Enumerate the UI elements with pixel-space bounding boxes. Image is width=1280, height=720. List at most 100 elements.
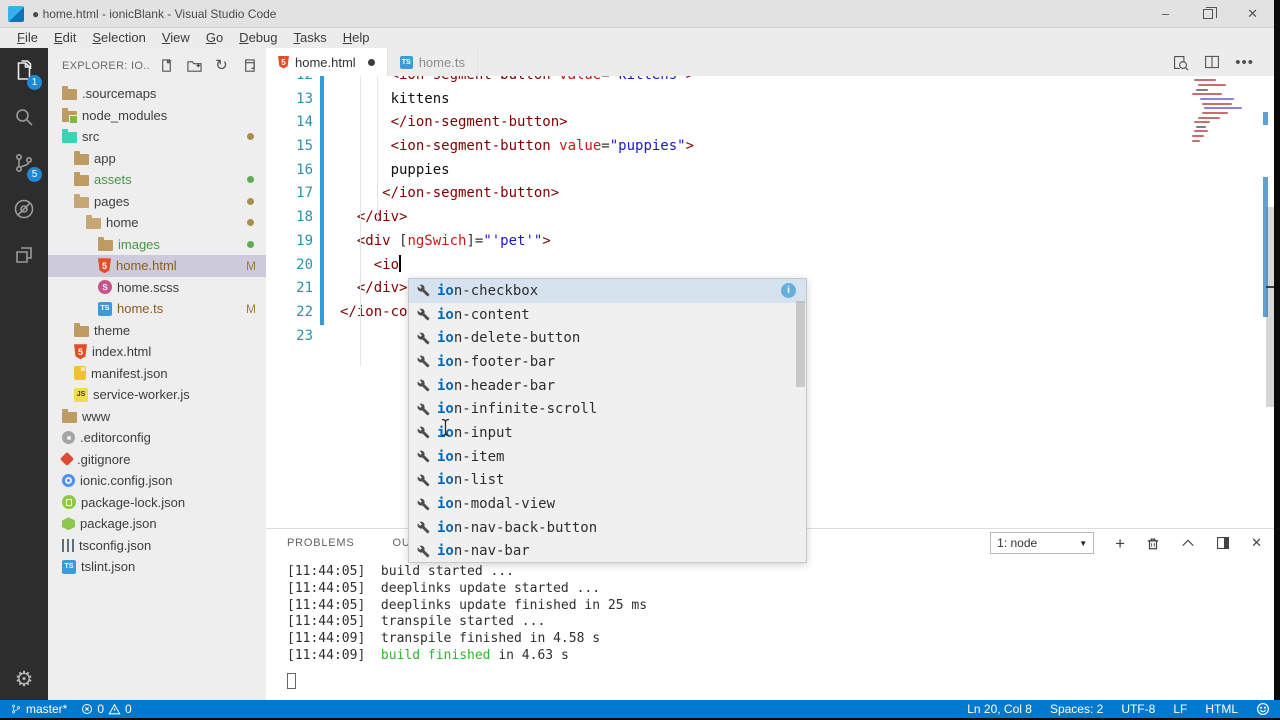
suggestion-ion-item[interactable]: ion-item (409, 445, 806, 469)
code-line-13[interactable]: 13 kittens (266, 87, 1280, 112)
dirty-dot-icon[interactable] (367, 58, 375, 66)
refresh-explorer-icon[interactable]: ↻ (215, 58, 228, 73)
explorer-title: EXPLORER: IO.. (62, 59, 150, 72)
problems-item[interactable]: 0 0 (81, 702, 132, 716)
tree-item-app[interactable]: app (48, 148, 266, 170)
minimap[interactable] (1190, 76, 1262, 528)
suggestion-ion-modal-view[interactable]: ion-modal-view (409, 492, 806, 516)
new-file-icon[interactable] (159, 58, 174, 73)
menu-tasks[interactable]: Tasks (285, 28, 334, 48)
explorer-view-icon[interactable]: 1 (0, 48, 48, 94)
kill-terminal-icon[interactable] (1146, 536, 1160, 551)
settings-gear-icon[interactable]: ⚙ (15, 669, 34, 690)
tree-item-manifest-json[interactable]: manifest.json (48, 363, 266, 385)
tree-item-home[interactable]: home (48, 212, 266, 234)
tree-item-package-json[interactable]: package.json (48, 513, 266, 535)
code-line-12[interactable]: 12 <ion-segment-button value="kittens"> (266, 76, 1280, 88)
tree-item-theme[interactable]: theme (48, 320, 266, 342)
suggestion-ion-delete-button[interactable]: ion-delete-button (409, 326, 806, 350)
source-control-view-icon[interactable]: 5 (0, 140, 48, 186)
feedback-smiley-icon[interactable] (1256, 702, 1270, 716)
split-editor-icon[interactable] (1204, 54, 1220, 70)
tree-item-assets[interactable]: assets (48, 169, 266, 191)
close-panel-icon[interactable]: ✕ (1251, 535, 1262, 551)
suggestion-ion-nav-bar[interactable]: ion-nav-bar (409, 540, 806, 562)
tree-item-src[interactable]: src (48, 126, 266, 148)
restore-button[interactable] (1203, 6, 1218, 19)
suggestion-ion-input[interactable]: ion-input (409, 421, 806, 445)
tree-item--sourcemaps[interactable]: .sourcemaps (48, 83, 266, 105)
menu-view[interactable]: View (154, 28, 198, 48)
tab-problems[interactable]: PROBLEMS (287, 537, 355, 549)
tree-item-label: node_modules (82, 107, 168, 123)
suggestion-label: ion-infinite-scroll (437, 401, 598, 418)
code-line-19[interactable]: 19 <div [ngSwich]="'pet'"> (266, 229, 1280, 254)
suggestion-ion-footer-bar[interactable]: ion-footer-bar (409, 350, 806, 374)
tree-item-service-worker-js[interactable]: JS service-worker.js (48, 384, 266, 406)
more-actions-icon[interactable]: ••• (1235, 54, 1254, 71)
git-branch-item[interactable]: master* (10, 702, 67, 716)
collapse-folders-icon[interactable] (241, 58, 256, 73)
suggestion-ion-nav-back-button[interactable]: ion-nav-back-button (409, 516, 806, 540)
indentation[interactable]: Spaces: 2 (1050, 702, 1103, 716)
code-line-16[interactable]: 16 puppies (266, 158, 1280, 183)
intellisense-dropdown[interactable]: ion-checkbox i ion-content ion-delete-butto… (408, 278, 807, 563)
read-more-info-icon[interactable]: i (781, 283, 796, 299)
tree-item-home-scss[interactable]: Shome.scss (48, 277, 266, 299)
new-terminal-icon[interactable]: + (1115, 535, 1125, 552)
suggestion-ion-infinite-scroll[interactable]: ion-infinite-scroll (409, 397, 806, 421)
code-line-18[interactable]: 18 </div> (266, 206, 1280, 230)
tree-item-tsconfig-json[interactable]: tsconfig.json (48, 535, 266, 557)
tree-item-node-modules[interactable]: node_modules (48, 105, 266, 127)
close-window-button[interactable]: ✕ (1247, 7, 1258, 20)
tree-item-www[interactable]: www (48, 406, 266, 428)
new-folder-icon[interactable] (187, 58, 202, 73)
open-preview-icon[interactable] (1172, 54, 1189, 71)
menu-help[interactable]: Help (335, 28, 378, 48)
suggestion-label: ion-footer-bar (437, 353, 556, 370)
menu-edit[interactable]: Edit (46, 28, 84, 48)
tree-item-ionic-config-json[interactable]: ionic.config.json (48, 470, 266, 492)
suggest-scrollbar-thumb[interactable] (796, 301, 805, 387)
tree-item--gitignore[interactable]: .gitignore (48, 449, 266, 471)
menu-file[interactable]: File (9, 28, 46, 48)
menu-debug[interactable]: Debug (231, 28, 285, 48)
terminal-selector-value: 1: node (997, 536, 1038, 550)
eol-sequence[interactable]: LF (1173, 702, 1187, 716)
search-view-icon[interactable] (0, 94, 48, 140)
html-file-icon: 5 (278, 55, 289, 69)
cursor-position[interactable]: Ln 20, Col 8 (967, 702, 1032, 716)
split-panel-icon[interactable] (1216, 536, 1230, 550)
tab-home-html[interactable]: 5 home.html (266, 48, 388, 76)
language-mode[interactable]: HTML (1205, 702, 1238, 716)
tree-item-pages[interactable]: pages (48, 191, 266, 213)
tree-item-index-html[interactable]: 5 index.html (48, 341, 266, 363)
suggestion-ion-list[interactable]: ion-list (409, 469, 806, 493)
tab-home-ts[interactable]: TS home.ts (388, 48, 478, 76)
line-number: 21 (296, 280, 313, 297)
code-line-15[interactable]: 15 <ion-segment-button value="puppies"> (266, 135, 1280, 159)
minimize-button[interactable]: – (1162, 7, 1169, 20)
code-line-17[interactable]: 17 </ion-segment-button> (266, 182, 1280, 207)
terminal-selector[interactable]: 1: node ▼ (990, 532, 1095, 554)
menu-selection[interactable]: Selection (84, 28, 153, 48)
suggestion-ion-checkbox[interactable]: ion-checkbox i (409, 279, 806, 303)
debug-view-icon[interactable] (0, 186, 48, 232)
tree-item-package-lock-json[interactable]: package-lock.json (48, 492, 266, 514)
suggestion-ion-content[interactable]: ion-content (409, 303, 806, 327)
menu-go[interactable]: Go (198, 28, 231, 48)
code-line-14[interactable]: 14 </ion-segment-button> (266, 111, 1280, 136)
tree-item-tslint-json[interactable]: TS tslint.json (48, 556, 266, 578)
maximize-panel-icon[interactable] (1181, 538, 1195, 548)
code-line-20[interactable]: 20 <io (266, 253, 1280, 278)
modified-gutter-mark (320, 325, 324, 349)
tree-item--editorconfig[interactable]: .editorconfig (48, 427, 266, 449)
tree-item-label: home.ts (117, 301, 164, 317)
suggestion-ion-header-bar[interactable]: ion-header-bar (409, 374, 806, 398)
extensions-view-icon[interactable] (0, 232, 48, 278)
terminal-output[interactable]: [11:44:05] build started ... [11:44:05] d… (266, 557, 1280, 665)
tree-item-home-ts[interactable]: TS home.ts M (48, 298, 266, 320)
encoding[interactable]: UTF-8 (1121, 702, 1155, 716)
tree-item-images[interactable]: images (48, 234, 266, 256)
tree-item-home-html[interactable]: 5 home.html M (48, 255, 266, 277)
